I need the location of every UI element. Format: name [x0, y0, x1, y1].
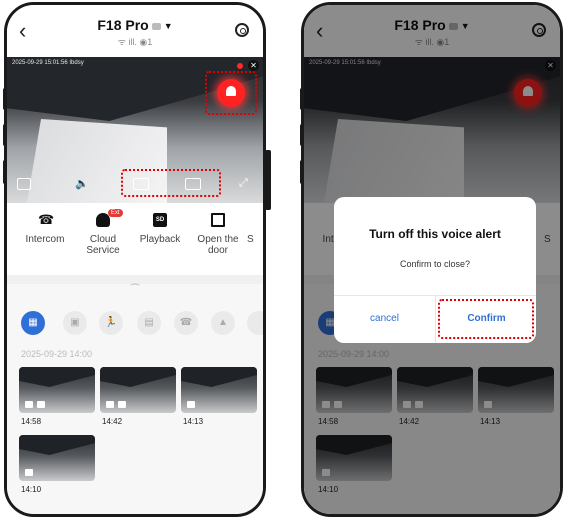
phone-screen-right: ‹ F18 Pro ▼ ᯤ ill. ◉1 2025-09-29 15:01:56… [301, 2, 563, 517]
event-time: 14:10 [21, 485, 42, 494]
event-thumbnail[interactable] [19, 367, 95, 413]
dropdown-caret-icon: ▼ [163, 21, 173, 32]
ext-badge: Ext [108, 209, 123, 217]
alarm-highlight-box [205, 71, 257, 115]
event-time: 14:42 [102, 417, 123, 426]
phone-screen-left: ‹ F18 Pro ▼ ᯤ ill. ◉1 2025-09-29 15:01:56… [4, 2, 266, 517]
controls-highlight-box [121, 169, 221, 197]
call-icon[interactable]: ☎ [174, 311, 198, 335]
video-timestamp: 2025-09-29 15:01:56 Ibdsy [12, 60, 84, 66]
dialog-message: Confirm to close? [399, 259, 471, 269]
function-label: Cloud Service [86, 234, 120, 256]
camera-status-icon [151, 22, 161, 30]
event-panel: ▦ ▣ 🏃 ▤ ☎ ▲ 2025-09-29 14:00 14:58 14:42… [7, 299, 263, 514]
fire-icon[interactable]: ▲ [211, 311, 235, 335]
more-filter-icon[interactable] [247, 311, 263, 335]
recording-dot-icon [237, 63, 243, 69]
event-thumbnail[interactable] [19, 435, 95, 481]
gear-icon[interactable] [235, 23, 249, 37]
function-label: Playback [139, 234, 181, 245]
dialog-title: Turn off this voice alert [369, 227, 501, 241]
event-thumbnail[interactable] [181, 367, 257, 413]
cloud-service-button[interactable]: Ext Cloud Service [75, 209, 131, 256]
confirm-highlight-box [438, 299, 534, 339]
function-row: ☎ Intercom Ext Cloud Service SD Playback… [7, 203, 263, 273]
cancel-button[interactable]: cancel [334, 295, 435, 343]
app-header: ‹ F18 Pro ▼ ᯤ ill. ◉1 [7, 5, 263, 57]
event-time: 14:58 [21, 417, 42, 426]
function-label: Open the door [197, 234, 239, 256]
function-label: Intercom [25, 234, 65, 245]
person-icon[interactable]: 🏃 [99, 311, 123, 335]
device-name: F18 Pro [97, 17, 149, 33]
grid-icon[interactable]: ▦ [21, 311, 45, 335]
sd-quality-icon[interactable] [17, 178, 31, 190]
phone-icon: ☎ [38, 212, 55, 227]
open-door-button[interactable]: Open the door [190, 213, 246, 256]
car-icon[interactable]: ▤ [137, 311, 161, 335]
live-video-view[interactable]: 2025-09-29 15:01:56 Ibdsy ✕ 🔈 ⤢ [7, 57, 263, 203]
drag-handle[interactable]: ⁀ [7, 284, 263, 300]
more-function-button[interactable]: S [247, 213, 263, 245]
speaker-icon[interactable]: 🔈 [75, 177, 89, 190]
device-title[interactable]: F18 Pro ▼ [7, 17, 263, 33]
message-icon[interactable]: ▣ [63, 311, 87, 335]
event-thumbnail[interactable] [100, 367, 176, 413]
event-time: 14:13 [183, 417, 204, 426]
device-status: ᯤ ill. ◉1 [117, 37, 153, 47]
confirm-dialog: Turn off this voice alert Confirm to clo… [334, 197, 536, 343]
door-icon [211, 213, 225, 227]
date-header: 2025-09-29 14:00 [21, 349, 93, 359]
close-icon[interactable]: ✕ [248, 60, 259, 71]
function-label: S [247, 234, 254, 245]
playback-button[interactable]: SD Playback [132, 213, 188, 245]
fullscreen-icon[interactable]: ⤢ [239, 177, 248, 190]
intercom-button[interactable]: ☎ Intercom [17, 212, 73, 246]
sd-card-icon: SD [153, 213, 167, 227]
